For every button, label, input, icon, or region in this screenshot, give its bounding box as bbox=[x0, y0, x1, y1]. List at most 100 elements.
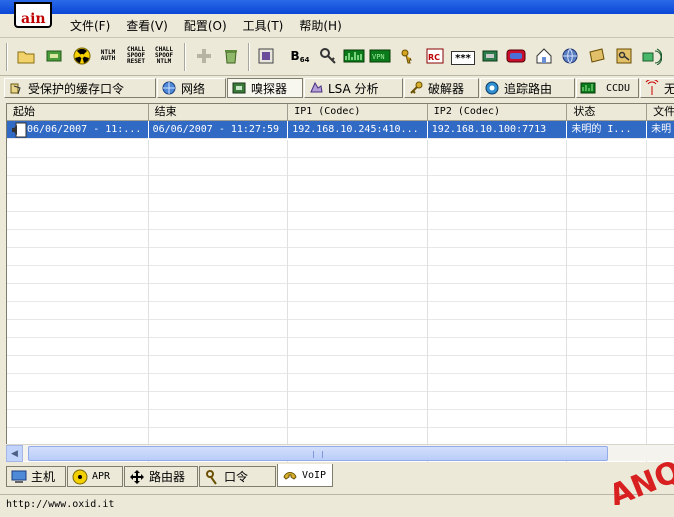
base64-label: B bbox=[290, 49, 300, 63]
wireless-button[interactable] bbox=[342, 44, 366, 68]
empty-row bbox=[7, 338, 674, 356]
tab-traceroute[interactable]: 追踪路由 bbox=[480, 78, 575, 98]
ntlm-auth-button[interactable]: NTLM AUTH bbox=[96, 44, 120, 68]
voip-session-list[interactable]: 起始 结束 IP1 (Codec) IP2 (Codec) 状态 文件 06/0… bbox=[6, 103, 674, 462]
tab-voip[interactable]: VoIP bbox=[277, 464, 333, 487]
wireless-scanner-button[interactable] bbox=[640, 44, 664, 68]
chall-spoof-ntlm-button[interactable]: CHALL SPOOF NTLM bbox=[152, 44, 176, 68]
column-header-ip1[interactable]: IP1 (Codec) bbox=[288, 104, 428, 121]
empty-cell bbox=[288, 266, 428, 284]
key-search-button[interactable] bbox=[612, 44, 636, 68]
empty-cell bbox=[428, 392, 568, 410]
apr-button[interactable] bbox=[70, 44, 94, 68]
network-globe-icon bbox=[162, 81, 176, 95]
column-header-file[interactable]: 文件 bbox=[647, 104, 674, 121]
audio-file-icon bbox=[12, 122, 27, 138]
folder-icon bbox=[17, 51, 35, 64]
tab-ccdu[interactable]: CCDU bbox=[576, 78, 639, 98]
tab-lsa[interactable]: LSA 分析 bbox=[304, 78, 403, 98]
bottom-tab-strip: 主机 APR 路由器 口令 VoIP bbox=[0, 464, 674, 488]
empty-row bbox=[7, 410, 674, 428]
hardware-button[interactable] bbox=[478, 44, 502, 68]
empty-cell bbox=[647, 266, 674, 284]
menu-tools[interactable]: 工具(T) bbox=[235, 18, 292, 34]
tab-protected-cache[interactable]: 受保护的缓存口令 bbox=[4, 78, 156, 98]
tab-hosts[interactable]: 主机 bbox=[6, 466, 66, 487]
home-button[interactable] bbox=[532, 44, 556, 68]
menu-file[interactable]: 文件(F) bbox=[62, 18, 118, 34]
tab-passwords[interactable]: 口令 bbox=[199, 466, 276, 487]
empty-cell bbox=[288, 410, 428, 428]
empty-cell bbox=[7, 392, 149, 410]
cisco-button[interactable] bbox=[504, 44, 528, 68]
key-chain-icon bbox=[320, 48, 336, 64]
tab-sniffer[interactable]: 嗅探器 bbox=[227, 78, 303, 98]
empty-row bbox=[7, 212, 674, 230]
empty-cell bbox=[567, 284, 648, 302]
password-reveal-button[interactable]: *** bbox=[451, 51, 475, 65]
watermark-text: ANQ bbox=[606, 455, 674, 505]
horizontal-scrollbar[interactable]: ◀ bbox=[6, 444, 674, 462]
vpn-button[interactable]: VPN bbox=[368, 44, 392, 68]
tab-voip-label: VoIP bbox=[302, 469, 327, 481]
empty-cell bbox=[647, 302, 674, 320]
keys-button[interactable] bbox=[395, 44, 419, 68]
watermark-logo: ANQ bbox=[606, 455, 674, 505]
column-header-end[interactable]: 结束 bbox=[148, 104, 289, 121]
tab-lsa-label: LSA 分析 bbox=[328, 81, 379, 96]
empty-row bbox=[7, 248, 674, 266]
key-icon bbox=[616, 48, 632, 64]
empty-cell bbox=[288, 392, 428, 410]
empty-cell bbox=[428, 338, 568, 356]
empty-cell bbox=[288, 374, 428, 392]
empty-row bbox=[7, 302, 674, 320]
menu-bar: ain 文件(F) 查看(V) 配置(O) 工具(T) 帮助(H) bbox=[0, 2, 674, 38]
remove-button[interactable] bbox=[219, 44, 243, 68]
empty-cell bbox=[647, 230, 674, 248]
certificate-button[interactable] bbox=[585, 44, 609, 68]
add-button[interactable] bbox=[192, 44, 216, 68]
scroll-left-button[interactable]: ◀ bbox=[6, 445, 23, 462]
base64-button[interactable]: B 64 bbox=[288, 44, 312, 68]
tab-network[interactable]: 网络 bbox=[157, 78, 226, 98]
empty-cell bbox=[7, 356, 149, 374]
decoder-button[interactable] bbox=[254, 44, 278, 68]
empty-cell bbox=[647, 410, 674, 428]
chip-icon bbox=[482, 50, 498, 62]
app-logo-text: ain bbox=[21, 11, 46, 27]
empty-cell bbox=[7, 248, 149, 266]
base64-sub-label: 64 bbox=[299, 56, 310, 64]
empty-grid bbox=[7, 140, 674, 462]
column-header-ip2[interactable]: IP2 (Codec) bbox=[427, 104, 568, 121]
open-folder-button[interactable] bbox=[14, 44, 38, 68]
menu-help[interactable]: 帮助(H) bbox=[291, 18, 349, 34]
empty-cell bbox=[288, 140, 428, 158]
tab-routers[interactable]: 路由器 bbox=[124, 466, 198, 487]
empty-cell bbox=[288, 176, 428, 194]
empty-cell bbox=[149, 140, 289, 158]
empty-cell bbox=[7, 374, 149, 392]
rdp-icon: RC bbox=[426, 48, 444, 64]
column-header-status[interactable]: 状态 bbox=[567, 104, 648, 121]
tab-cracker[interactable]: 破解器 bbox=[404, 78, 479, 98]
empty-cell bbox=[149, 338, 289, 356]
empty-cell bbox=[567, 140, 648, 158]
network-map-button[interactable] bbox=[558, 44, 582, 68]
empty-cell bbox=[149, 410, 289, 428]
rdp-button[interactable]: RC bbox=[423, 44, 447, 68]
menu-config[interactable]: 配置(O) bbox=[176, 18, 235, 34]
table-row[interactable]: 06/06/2007 - 11:... 06/06/2007 - 11:27:5… bbox=[7, 121, 674, 139]
empty-row bbox=[7, 356, 674, 374]
empty-cell bbox=[7, 194, 149, 212]
status-url: http://www.oxid.it bbox=[6, 499, 115, 510]
column-header-start[interactable]: 起始 bbox=[7, 104, 149, 121]
network-start-button[interactable] bbox=[42, 44, 66, 68]
toolbar-separator bbox=[184, 43, 186, 71]
chall-spoof-reset-button[interactable]: CHALL SPOOF RESET bbox=[124, 44, 148, 68]
tab-passwords-label: 口令 bbox=[224, 470, 249, 484]
scroll-thumb[interactable] bbox=[28, 446, 608, 461]
tab-apr[interactable]: APR bbox=[67, 466, 123, 487]
tab-wireless[interactable]: 无 bbox=[640, 78, 674, 98]
hash-button[interactable] bbox=[316, 44, 340, 68]
menu-view[interactable]: 查看(V) bbox=[118, 18, 176, 34]
